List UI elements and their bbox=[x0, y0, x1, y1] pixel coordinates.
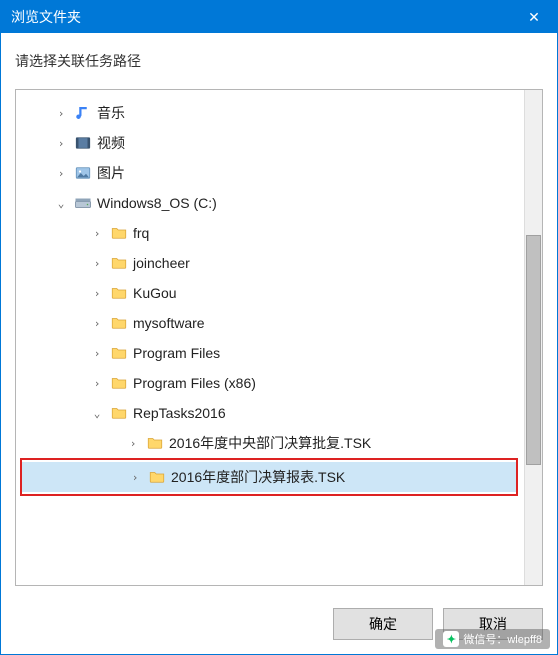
watermark-text: 微信号：wlepff8 bbox=[463, 631, 542, 647]
chevron-right-icon[interactable]: › bbox=[54, 137, 68, 150]
wechat-icon: ✦ bbox=[443, 631, 459, 647]
tree-item-label: 音乐 bbox=[97, 103, 125, 123]
dialog: 浏览文件夹 ✕ 请选择关联任务路径 › 音乐 › 视频 › 图片 ⌄ Windows8_OS … bbox=[0, 0, 558, 655]
instruction-text: 请选择关联任务路径 bbox=[1, 33, 557, 83]
folder-icon bbox=[145, 433, 165, 453]
tree-item[interactable]: › 音乐 bbox=[20, 98, 538, 128]
tree-item-label: RepTasks2016 bbox=[133, 405, 226, 421]
ok-button[interactable]: 确定 bbox=[333, 608, 433, 640]
scrollbar-track[interactable] bbox=[524, 90, 542, 585]
titlebar: 浏览文件夹 ✕ bbox=[1, 1, 557, 33]
tree-scroll-area[interactable]: › 音乐 › 视频 › 图片 ⌄ Windows8_OS (C:) › frq › joincheer… bbox=[16, 90, 542, 585]
tree-item[interactable]: › 视频 bbox=[20, 128, 538, 158]
tree-item[interactable]: › KuGou bbox=[20, 278, 538, 308]
tree-item[interactable]: › 2016年度中央部门决算批复.TSK bbox=[20, 428, 538, 458]
watermark: ✦ 微信号：wlepff8 bbox=[435, 629, 550, 649]
image-icon bbox=[73, 163, 93, 183]
tree-item[interactable]: › mysoftware bbox=[20, 308, 538, 338]
tree-item-label: frq bbox=[133, 225, 149, 241]
chevron-down-icon[interactable]: ⌄ bbox=[54, 197, 68, 210]
tree-item[interactable]: ⌄ RepTasks2016 bbox=[20, 398, 538, 428]
folder-icon bbox=[109, 253, 129, 273]
video-icon bbox=[73, 133, 93, 153]
tree-item[interactable]: ⌄ Windows8_OS (C:) bbox=[20, 188, 538, 218]
tree-item-label: 图片 bbox=[97, 163, 125, 183]
chevron-right-icon[interactable]: › bbox=[90, 347, 104, 360]
folder-icon bbox=[109, 283, 129, 303]
tree-item-label: 2016年度部门决算报表.TSK bbox=[171, 467, 345, 487]
tree-item-label: Program Files bbox=[133, 345, 220, 361]
tree-item-label: mysoftware bbox=[133, 315, 205, 331]
tree-item[interactable]: › joincheer bbox=[20, 248, 538, 278]
chevron-right-icon[interactable]: › bbox=[90, 317, 104, 330]
chevron-right-icon[interactable]: › bbox=[126, 437, 140, 450]
folder-tree: › 音乐 › 视频 › 图片 ⌄ Windows8_OS (C:) › frq › joincheer… bbox=[15, 89, 543, 586]
folder-icon bbox=[109, 343, 129, 363]
chevron-right-icon[interactable]: › bbox=[90, 287, 104, 300]
tree-item[interactable]: › frq bbox=[20, 218, 538, 248]
folder-icon bbox=[109, 373, 129, 393]
folder-icon bbox=[109, 403, 129, 423]
tree-item[interactable]: › Program Files (x86) bbox=[20, 368, 538, 398]
tree-item-label: 2016年度中央部门决算批复.TSK bbox=[169, 433, 371, 453]
window-title: 浏览文件夹 bbox=[11, 7, 81, 27]
close-icon: ✕ bbox=[528, 9, 540, 26]
tree-item-label: Program Files (x86) bbox=[133, 375, 256, 391]
chevron-right-icon[interactable]: › bbox=[54, 107, 68, 120]
chevron-right-icon[interactable]: › bbox=[90, 227, 104, 240]
folder-icon bbox=[109, 313, 129, 333]
drive-icon bbox=[73, 193, 93, 213]
chevron-right-icon[interactable]: › bbox=[128, 471, 142, 484]
tree-item-label: 视频 bbox=[97, 133, 125, 153]
tree-item[interactable]: › Program Files bbox=[20, 338, 538, 368]
chevron-right-icon[interactable]: › bbox=[90, 377, 104, 390]
folder-icon bbox=[109, 223, 129, 243]
chevron-right-icon[interactable]: › bbox=[90, 257, 104, 270]
tree-item-label: KuGou bbox=[133, 285, 177, 301]
selected-highlight: › 2016年度部门决算报表.TSK bbox=[20, 458, 518, 496]
tree-item-label: joincheer bbox=[133, 255, 190, 271]
tree-item[interactable]: › 图片 bbox=[20, 158, 538, 188]
chevron-right-icon[interactable]: › bbox=[54, 167, 68, 180]
scrollbar-thumb[interactable] bbox=[526, 235, 541, 465]
tree-item-label: Windows8_OS (C:) bbox=[97, 195, 217, 211]
tree-item[interactable]: › 2016年度部门决算报表.TSK bbox=[22, 462, 516, 492]
music-icon bbox=[73, 103, 93, 123]
close-button[interactable]: ✕ bbox=[511, 1, 557, 33]
chevron-down-icon[interactable]: ⌄ bbox=[90, 407, 104, 420]
folder-icon bbox=[147, 467, 167, 487]
